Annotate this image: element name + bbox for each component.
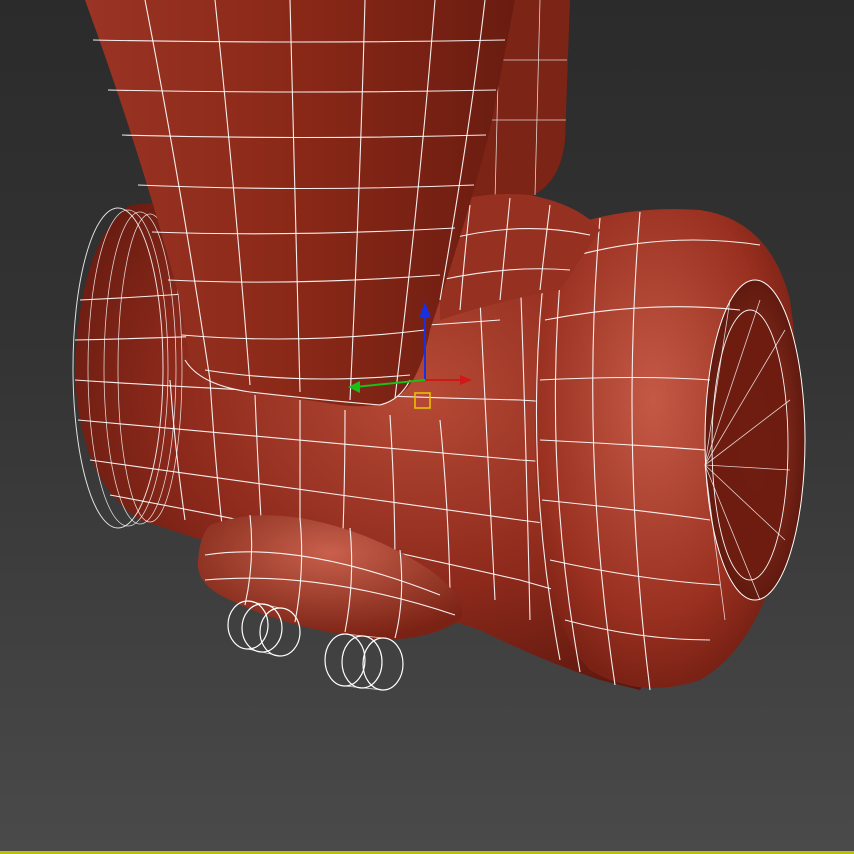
3d-viewport[interactable] — [0, 0, 854, 854]
wheel-front-right — [324, 633, 404, 691]
right-drum — [535, 209, 806, 691]
scene-render[interactable] — [0, 0, 854, 854]
